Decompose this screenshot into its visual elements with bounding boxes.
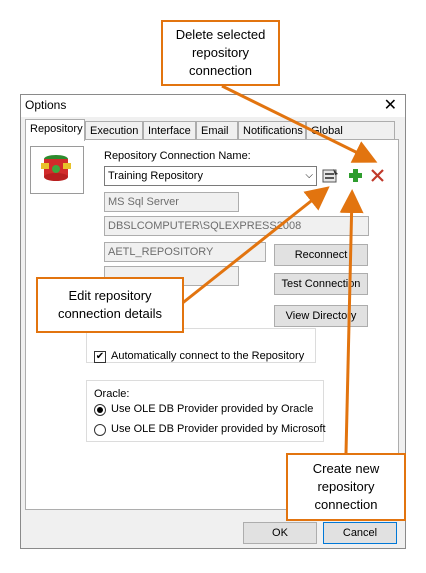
tab-repository[interactable]: Repository [25,119,85,141]
create-callout-line2: repository [317,479,375,494]
create-callout-line3: connection [314,497,378,512]
create-callout: Create new repository connection [286,453,406,521]
delete-callout-line2: repository [191,45,250,60]
delete-callout-line3: connection [189,63,252,78]
delete-callout: Delete selected repository connection [161,20,280,86]
edit-callout-line2: connection details [57,306,163,321]
edit-arrow [179,186,330,307]
edit-callout: Edit repository connection details [36,277,184,333]
create-arrow [339,189,364,454]
delete-arrow [221,84,378,163]
create-callout-line1: Create new [312,461,380,476]
delete-callout-line1: Delete selected [175,27,266,42]
edit-callout-line1: Edit repository [68,288,152,303]
